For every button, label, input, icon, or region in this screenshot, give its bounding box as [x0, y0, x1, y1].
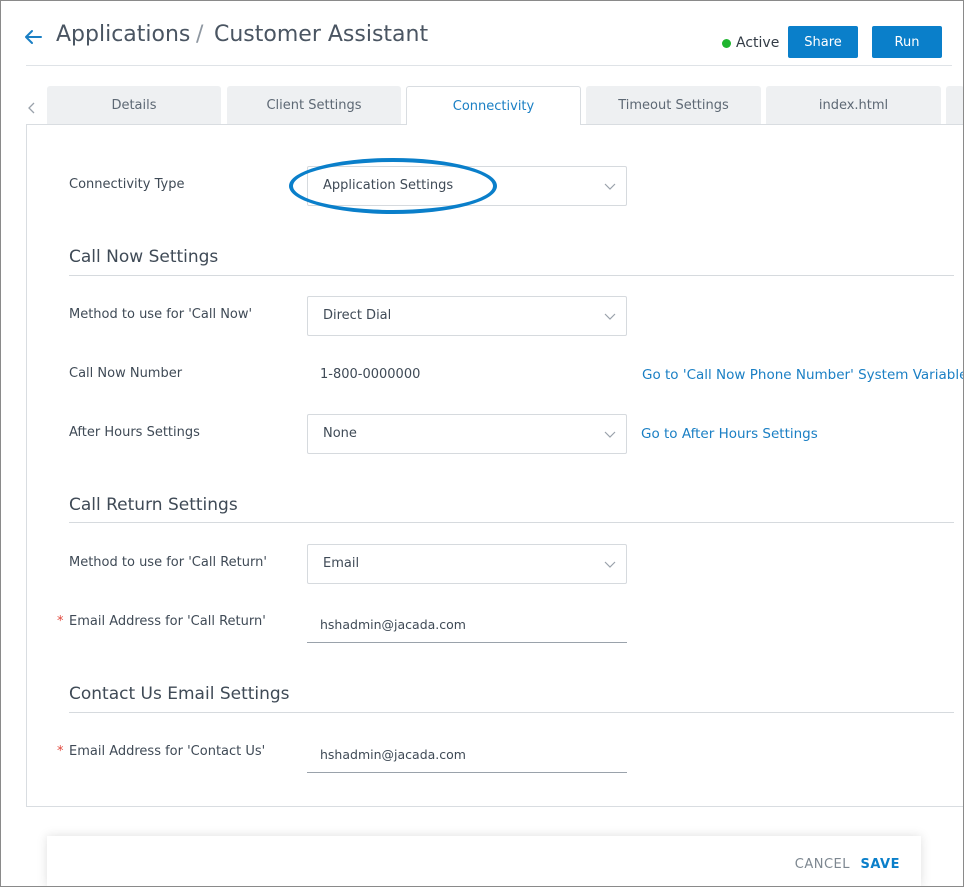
- tab-index-html[interactable]: index.html: [766, 86, 941, 124]
- cancel-button[interactable]: CANCEL: [795, 857, 850, 872]
- share-button[interactable]: Share: [788, 26, 858, 58]
- call-now-number-link[interactable]: Go to 'Call Now Phone Number' System Var…: [642, 367, 964, 383]
- header-divider: [26, 65, 952, 66]
- connectivity-type-value: Application Settings: [323, 178, 454, 193]
- back-arrow-icon[interactable]: [22, 26, 44, 48]
- tab-connectivity[interactable]: Connectivity: [406, 86, 581, 125]
- required-marker: *: [57, 614, 64, 629]
- chevron-down-icon: [604, 183, 616, 190]
- call-now-section-title: Call Now Settings: [69, 247, 219, 267]
- contact-us-section-title: Contact Us Email Settings: [69, 684, 290, 704]
- call-return-method-select[interactable]: Email: [307, 544, 627, 584]
- page-header: Applications / Customer Assistant Active…: [0, 0, 964, 66]
- chevron-down-icon: [604, 313, 616, 320]
- tab-details[interactable]: Details: [47, 86, 221, 124]
- required-marker: *: [57, 744, 64, 759]
- chevron-down-icon: [604, 561, 616, 568]
- tab-scroll-left-icon[interactable]: [24, 100, 40, 116]
- status-label: Active: [736, 35, 780, 51]
- contact-us-email-label: Email Address for 'Contact Us': [69, 744, 266, 759]
- status-badge: Active: [722, 34, 779, 52]
- contact-us-email-input[interactable]: [307, 737, 627, 773]
- call-return-section-title: Call Return Settings: [69, 495, 238, 515]
- connectivity-panel: [26, 124, 964, 807]
- call-now-section-divider: [69, 275, 954, 276]
- page-title: Customer Assistant: [214, 22, 429, 47]
- breadcrumb-separator: /: [196, 22, 204, 47]
- call-return-section-divider: [69, 522, 954, 523]
- after-hours-value: None: [323, 426, 357, 441]
- connectivity-type-label: Connectivity Type: [69, 177, 185, 192]
- call-return-method-label: Method to use for 'Call Return': [69, 555, 267, 570]
- call-now-method-label: Method to use for 'Call Now': [69, 307, 253, 322]
- after-hours-link[interactable]: Go to After Hours Settings: [641, 426, 818, 442]
- save-button[interactable]: SAVE: [861, 857, 900, 872]
- after-hours-label: After Hours Settings: [69, 425, 200, 440]
- call-return-method-value: Email: [323, 556, 360, 571]
- after-hours-select[interactable]: None: [307, 414, 627, 454]
- call-return-email-input[interactable]: [307, 607, 627, 643]
- tab-timeout-settings[interactable]: Timeout Settings: [586, 86, 761, 124]
- chevron-down-icon: [604, 431, 616, 438]
- call-now-number-value: 1-800-0000000: [320, 367, 421, 382]
- breadcrumb-applications[interactable]: Applications: [56, 22, 190, 47]
- connectivity-type-select[interactable]: Application Settings: [307, 166, 627, 206]
- call-now-method-value: Direct Dial: [323, 308, 392, 323]
- run-button[interactable]: Run: [872, 26, 942, 58]
- call-return-email-label: Email Address for 'Call Return': [69, 614, 266, 629]
- call-now-number-label: Call Now Number: [69, 366, 183, 381]
- contact-us-section-divider: [69, 712, 954, 713]
- form-footer: CANCEL SAVE: [47, 836, 921, 887]
- tab-overflow[interactable]: [946, 86, 964, 124]
- status-dot-icon: [722, 38, 731, 48]
- call-now-method-select[interactable]: Direct Dial: [307, 296, 627, 336]
- tab-client-settings[interactable]: Client Settings: [227, 86, 401, 124]
